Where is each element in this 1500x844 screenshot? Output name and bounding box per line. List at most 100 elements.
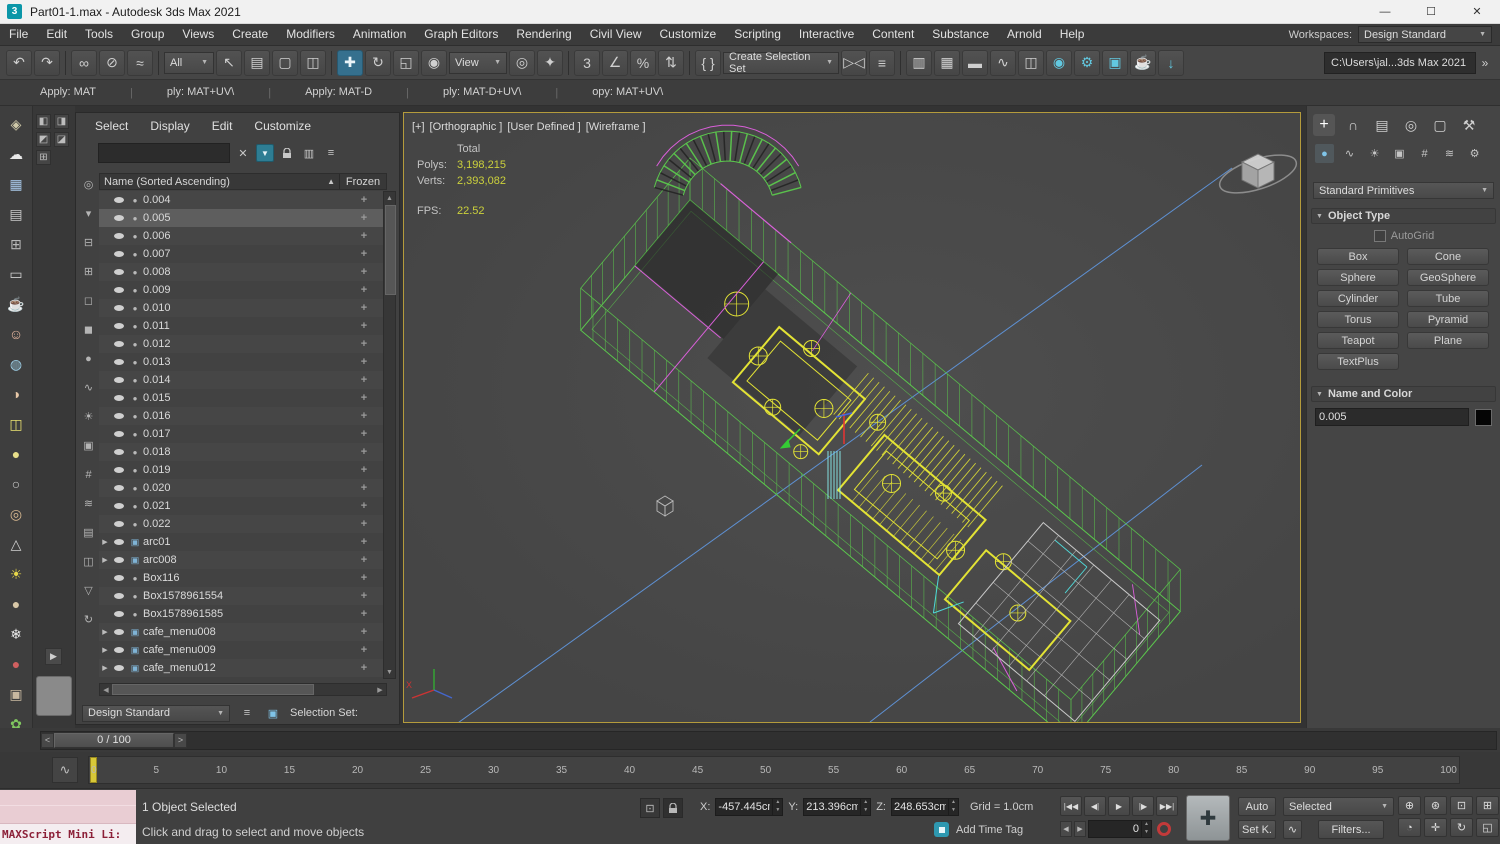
- frozen-toggle-icon[interactable]: +: [341, 500, 387, 512]
- selection-filter-dropdown[interactable]: All ▼: [164, 51, 214, 74]
- expand-toolbar-arrow-button[interactable]: ▶: [45, 648, 62, 665]
- render-in-cloud-icon[interactable]: ↓: [1158, 49, 1184, 76]
- motion-tab-icon[interactable]: ◎: [1400, 114, 1422, 136]
- object-type-sphere-button[interactable]: Sphere: [1317, 269, 1399, 286]
- menu-create[interactable]: Create: [223, 24, 277, 45]
- layout-tab-icon-4[interactable]: ◪: [54, 132, 69, 147]
- head-icon[interactable]: ◑: [6, 384, 26, 404]
- explorer-row[interactable]: ● 0.004 +: [99, 191, 387, 209]
- visibility-eye-icon[interactable]: [111, 395, 127, 401]
- material-editor-icon[interactable]: ◉: [1046, 49, 1072, 76]
- y-coordinate-input[interactable]: [804, 801, 861, 813]
- viewport-shading-menu[interactable]: [Wireframe ]: [586, 121, 646, 133]
- cloud-icon[interactable]: ☁: [6, 144, 26, 164]
- object-name-label[interactable]: 0.006: [143, 230, 341, 242]
- go-to-start-button[interactable]: |◀◀: [1060, 796, 1082, 816]
- object-name-label[interactable]: 0.020: [143, 482, 341, 494]
- viewport-canvas[interactable]: X: [404, 113, 1300, 722]
- zoom-icon[interactable]: ⊕: [1398, 796, 1421, 815]
- autogrid-checkbox[interactable]: [1373, 230, 1386, 242]
- explorer-row[interactable]: ● 0.007 +: [99, 245, 387, 263]
- select-and-rotate-icon[interactable]: ↻: [365, 49, 391, 76]
- explorer-row[interactable]: ● 0.014 +: [99, 371, 387, 389]
- space-warps-category-icon[interactable]: ≋: [1440, 144, 1459, 163]
- frozen-toggle-icon[interactable]: +: [341, 590, 387, 602]
- time-slider-track[interactable]: < 0 / 100 >: [40, 730, 1497, 750]
- visibility-eye-icon[interactable]: [111, 431, 127, 437]
- name-column-header[interactable]: Name (Sorted Ascending) ▲: [100, 176, 339, 188]
- explorer-add-icon[interactable]: ⊞: [81, 264, 96, 279]
- frozen-toggle-icon[interactable]: +: [341, 644, 387, 656]
- zoom-extents-all-icon[interactable]: ⊞: [1476, 796, 1499, 815]
- explorer-row[interactable]: ▶ ▣ arc008 +: [99, 551, 387, 569]
- play-animation-button[interactable]: ▶: [1108, 796, 1130, 816]
- explorer-show-warps-icon[interactable]: ≋: [81, 496, 96, 511]
- lock-explorer-icon[interactable]: [278, 144, 296, 162]
- spinner-arrows[interactable]: ▲ ▼: [947, 799, 958, 815]
- frozen-toggle-icon[interactable]: +: [341, 230, 387, 242]
- object-type-torus-button[interactable]: Torus: [1317, 311, 1399, 328]
- object-name-label[interactable]: arc008: [143, 554, 341, 566]
- bind-to-space-warp-icon[interactable]: ≈: [127, 49, 153, 76]
- select-and-move-icon[interactable]: ✚: [337, 49, 363, 76]
- viewport-pov-menu[interactable]: [Orthographic ]: [430, 121, 503, 133]
- menu-edit[interactable]: Edit: [37, 24, 76, 45]
- visibility-eye-icon[interactable]: [111, 557, 127, 563]
- key-filters-button[interactable]: Filters...: [1318, 820, 1384, 839]
- explorer-row[interactable]: ▶ ▣ cafe_menu012 +: [99, 659, 387, 677]
- render-production-icon[interactable]: ☕: [1130, 49, 1156, 76]
- explorer-row[interactable]: ● 0.013 +: [99, 353, 387, 371]
- geometry-category-icon[interactable]: ●: [1315, 144, 1334, 163]
- frozen-toggle-icon[interactable]: +: [341, 410, 387, 422]
- object-name-label[interactable]: 0.004: [143, 194, 341, 206]
- modify-tab-icon[interactable]: ∩: [1342, 114, 1364, 136]
- object-type-teapot-button[interactable]: Teapot: [1317, 332, 1399, 349]
- explorer-row[interactable]: ● 0.020 +: [99, 479, 387, 497]
- window-icon[interactable]: ◫: [6, 414, 26, 434]
- object-type-cone-button[interactable]: Cone: [1407, 248, 1489, 265]
- current-frame-input[interactable]: [1089, 823, 1141, 835]
- frozen-toggle-icon[interactable]: +: [341, 428, 387, 440]
- object-type-pyramid-button[interactable]: Pyramid: [1407, 311, 1489, 328]
- image-icon[interactable]: ▦: [6, 174, 26, 194]
- visibility-eye-icon[interactable]: [111, 233, 127, 239]
- frozen-toggle-icon[interactable]: +: [341, 284, 387, 296]
- scroll-down-icon[interactable]: ▼: [384, 666, 395, 678]
- explorer-show-cameras-icon[interactable]: ▣: [81, 438, 96, 453]
- circle-icon[interactable]: ○: [6, 474, 26, 494]
- workspace-dropdown[interactable]: Design Standard ▼: [1358, 26, 1492, 43]
- scroll-left-icon[interactable]: ◀: [100, 686, 112, 694]
- sphere-icon[interactable]: ●: [6, 594, 26, 614]
- spinner-arrows[interactable]: ▲ ▼: [1141, 821, 1151, 837]
- frozen-toggle-icon[interactable]: +: [341, 662, 387, 674]
- explorer-show-xrefs-icon[interactable]: ◫: [81, 554, 96, 569]
- explorer-row[interactable]: ▶ ▣ arc01 +: [99, 533, 387, 551]
- object-name-label[interactable]: 0.013: [143, 356, 341, 368]
- explorer-show-geometry-icon[interactable]: ●: [81, 351, 96, 366]
- explorer-row[interactable]: ● 0.022 +: [99, 515, 387, 533]
- teapot-icon[interactable]: ☕: [6, 294, 26, 314]
- project-path-field[interactable]: C:\Users\jal...3ds Max 2021: [1324, 51, 1476, 74]
- select-by-name-icon[interactable]: ▤: [244, 49, 270, 76]
- menu-substance[interactable]: Substance: [923, 24, 998, 45]
- window-crossing-icon[interactable]: ◫: [300, 49, 326, 76]
- frozen-toggle-icon[interactable]: +: [341, 554, 387, 566]
- menu-civil-view[interactable]: Civil View: [581, 24, 651, 45]
- explorer-row[interactable]: ● 0.016 +: [99, 407, 387, 425]
- explorer-row[interactable]: ● 0.017 +: [99, 425, 387, 443]
- sync-selection-icon[interactable]: ≡: [322, 144, 340, 162]
- select-object-icon[interactable]: ↖: [216, 49, 242, 76]
- object-type-box-button[interactable]: Box: [1317, 248, 1399, 265]
- object-name-label[interactable]: 0.005: [143, 212, 341, 224]
- spinner-snap-icon[interactable]: ⇅: [658, 49, 684, 76]
- object-type-geosphere-button[interactable]: GeoSphere: [1407, 269, 1489, 286]
- frozen-toggle-icon[interactable]: +: [341, 338, 387, 350]
- visibility-eye-icon[interactable]: [111, 215, 127, 221]
- percent-snap-icon[interactable]: %: [630, 49, 656, 76]
- sun-icon[interactable]: ☀: [6, 564, 26, 584]
- maximize-button[interactable]: ☐: [1408, 0, 1454, 23]
- angle-snap-icon[interactable]: ∠: [602, 49, 628, 76]
- unlink-selection-icon[interactable]: ⊘: [99, 49, 125, 76]
- select-and-place-icon[interactable]: ◉: [421, 49, 447, 76]
- filter-funnel-icon[interactable]: ▼: [256, 144, 274, 162]
